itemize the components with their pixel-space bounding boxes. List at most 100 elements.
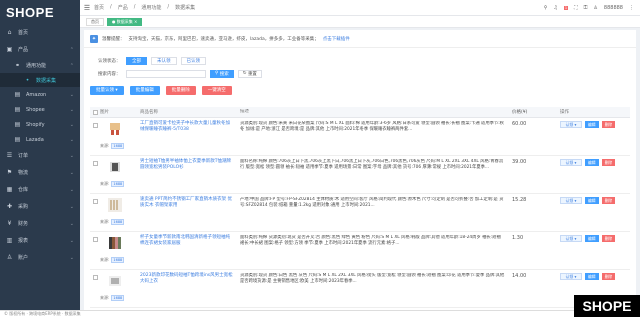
source-badge[interactable]: 1688	[111, 181, 125, 187]
sidebar-item-shopee[interactable]: ▤ Shopee ⌄	[0, 102, 80, 117]
download-plugin-link[interactable]: 点击下载插件	[323, 36, 350, 42]
bulk-claim-button[interactable]: 批量认领 ▾	[90, 85, 124, 95]
claim-select[interactable]: 认领 ▾	[560, 197, 582, 204]
search-button-label: 搜索	[219, 71, 229, 77]
row-checkbox[interactable]	[92, 275, 98, 280]
sidebar-item-warehouse[interactable]: ▦ 仓库 ⌄	[0, 181, 80, 198]
tab-data-collect[interactable]: ● 数据采集 ×	[107, 17, 143, 26]
bulk-delete-button[interactable]: 批量删除	[165, 85, 196, 95]
header-ops: 操作	[560, 110, 569, 115]
status-claimed[interactable]: 已认领	[180, 56, 206, 65]
claim-select[interactable]: 认领 ▾	[560, 235, 582, 242]
delete-button[interactable]: 删除	[601, 197, 616, 204]
sidebar-item-account[interactable]: ♙ 账户 ⌄	[0, 249, 80, 266]
breadcrumb-home[interactable]: 首页	[94, 4, 104, 11]
claim-select[interactable]: 认领 ▾	[560, 159, 582, 166]
product-desc: 货源类别:现货 颜色:白色 黑色 灰色 尺码:S M L XL 2XL 3XL …	[240, 273, 505, 285]
breadcrumb-products[interactable]: 产品	[118, 4, 128, 11]
delete-button[interactable]: 删除	[601, 235, 616, 242]
pajama-thumb	[110, 123, 120, 135]
sidebar-item-lazada[interactable]: ▤ Lazada ⌄	[0, 132, 80, 147]
row-checkbox[interactable]	[92, 161, 98, 166]
edit-button[interactable]: 编辑	[585, 235, 599, 242]
source-badge[interactable]: 1688	[111, 219, 125, 225]
clear-all-button[interactable]: 一键清空	[201, 85, 232, 95]
product-title-link[interactable]: 工厂直销可爱卡拉夹子中长款大童儿童秋冬加绒保暖睡衣睡裤-5/T038	[140, 121, 234, 133]
row-checkbox[interactable]	[92, 199, 98, 204]
row-checkbox[interactable]	[92, 237, 98, 242]
row-checkbox[interactable]	[92, 123, 98, 128]
chevron-down-icon: ⌄	[69, 203, 74, 210]
chevron-down-icon: ⌄	[69, 186, 74, 193]
sidebar-item-amazon[interactable]: ▤ Amazon ⌄	[0, 87, 80, 102]
corner-logo: SHOPE	[574, 295, 640, 317]
edit-button[interactable]: 编辑	[585, 273, 599, 280]
header-checkbox[interactable]	[90, 109, 100, 115]
chevron-up-icon: ⌃	[69, 62, 74, 69]
edit-button[interactable]: 编辑	[585, 159, 599, 166]
sidebar-item-purchase[interactable]: ✚ 采购 ⌄	[0, 198, 80, 215]
app-logo: SHOPE	[6, 4, 55, 20]
delete-button[interactable]: 删除	[601, 159, 616, 166]
bulk-actions: 批量认领 ▾ 批量编辑 批量删除 一键清空	[84, 82, 636, 98]
finance-icon: ¥	[7, 220, 12, 227]
breadcrumb-sep: /	[167, 4, 170, 10]
table-row: 来源: 1688 男士短袖T恤男半袖体恤上衣夏季新款T恤潮牌圆领宽松男装POLO衫…	[90, 156, 630, 194]
sidebar-item-products[interactable]: ▣ 产品 ⌃	[0, 41, 80, 58]
tab-home[interactable]: 首页	[86, 17, 104, 26]
sidebar-item-label: 财务	[18, 221, 29, 227]
status-all[interactable]: 全部	[126, 56, 147, 65]
delete-button[interactable]: 删除	[601, 121, 616, 128]
hanger-thumb	[108, 198, 122, 212]
sidebar-item-home[interactable]: ⌂ 首页	[0, 24, 80, 41]
source-badge[interactable]: 1688	[111, 257, 125, 263]
sidebar-item-label: 产品	[18, 47, 29, 53]
sidebar-item-common[interactable]: ⚭ 通用功能 ⌃	[0, 58, 80, 73]
claim-select[interactable]: 认领 ▾	[560, 273, 582, 280]
sidebar-item-logistics[interactable]: ⚑ 物流 ⌄	[0, 164, 80, 181]
product-title-link[interactable]: 杯子女童季节新款南北韩国清新格子领短袖纯棉连衣裙女装家居服	[140, 235, 234, 247]
fullscreen-icon[interactable]: ⛶	[574, 5, 578, 11]
search-input[interactable]	[126, 69, 206, 78]
product-title-link[interactable]: 2023新款印花数码短袖T恤跨境ins风男士宽松大码上衣	[140, 273, 234, 285]
search-icon[interactable]: ⚲	[544, 5, 548, 11]
reset-button[interactable]: ↻ 重置	[237, 69, 262, 78]
bulk-edit-button[interactable]: 批量编辑	[129, 85, 160, 95]
more-icon[interactable]: ⋮	[629, 5, 634, 11]
claim-select[interactable]: 认领 ▾	[560, 121, 582, 128]
product-image: 来源: 1688	[100, 121, 140, 149]
sidebar-item-shopify[interactable]: ▤ Shopify ⌄	[0, 117, 80, 132]
status-label: 认领状态：	[98, 58, 121, 64]
source-badge[interactable]: 1688	[111, 143, 125, 149]
sidebar-item-data-collect[interactable]: • 数据采集	[0, 73, 80, 87]
sidebar-item-label: 采购	[18, 204, 29, 210]
status-unclaimed[interactable]: 未认领	[151, 56, 177, 65]
source-badge[interactable]: 1688	[111, 295, 125, 301]
report-icon: ▥	[6, 237, 13, 244]
lazada-icon: ▤	[14, 136, 21, 143]
breadcrumb-sep: /	[110, 4, 112, 10]
edit-button[interactable]: 编辑	[585, 121, 599, 128]
bell-icon[interactable]: ♫	[553, 5, 557, 11]
product-desc: 面料名称:纯棉 颜色:706灰上白下黑,706灰上黑下白,706黑上白下灰,70…	[240, 159, 504, 171]
product-desc: 面料类别:纯棉 货源类别:现货 是否开叉:否 颜色:黑色 绿色 黄色 粉色 尺码…	[240, 235, 501, 247]
sidebar-item-finance[interactable]: ¥ 财务 ⌄	[0, 215, 80, 232]
delete-button[interactable]: 删除	[601, 273, 616, 280]
product-image: 来源: 1688	[100, 159, 140, 187]
link-icon: ⚭	[14, 62, 21, 69]
username[interactable]: 888888	[604, 5, 623, 11]
source-label: 来源:	[100, 219, 110, 224]
sidebar-item-orders[interactable]: ☰ 订单 ⌄	[0, 147, 80, 164]
source-label: 来源:	[100, 257, 110, 262]
menu-toggle-icon[interactable]: ☰	[80, 4, 94, 12]
lock-icon[interactable]: ⚿	[584, 5, 588, 11]
sidebar-item-label: 物流	[18, 170, 29, 176]
edit-button[interactable]: 编辑	[585, 197, 599, 204]
breadcrumb-common[interactable]: 通用功能	[141, 4, 161, 11]
product-title-link[interactable]: 速卖通 PPT简约不锈钢工厂家直销木质衣架 优质实木 衣帽架家用	[140, 197, 234, 209]
home-icon: ⌂	[7, 29, 12, 36]
sidebar-item-reports[interactable]: ▥ 报表 ⌄	[0, 232, 80, 249]
user-icon[interactable]: ♙	[593, 5, 597, 11]
search-button[interactable]: ⚲ 搜索	[210, 69, 234, 78]
product-title-link[interactable]: 男士短袖T恤男半袖体恤上衣夏季新款T恤潮牌圆领宽松男装POLO衫	[140, 159, 234, 171]
